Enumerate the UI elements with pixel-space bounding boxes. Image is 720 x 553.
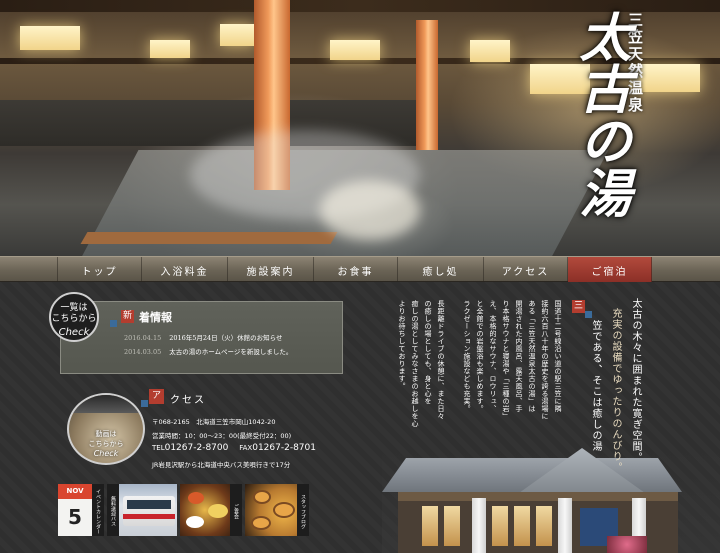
news-panel: 新 着情報 2016.04.15 2016年5月24日（火）休館のお知らせ 201… — [60, 301, 343, 374]
fax-label: FAX — [239, 444, 253, 452]
building-window — [422, 506, 438, 546]
building-post — [558, 498, 572, 553]
hero-image: 三笠天然温泉 太古の湯 — [0, 0, 720, 256]
video-line1: 動画は — [95, 430, 117, 438]
intro-mark-accent — [585, 311, 592, 318]
check-label: Check — [58, 327, 90, 338]
intro-para-line: 国道十二号線沿い道の駅三笠に隣 — [554, 300, 562, 413]
pool-ledge — [80, 232, 338, 244]
video-line2: こちらから — [88, 440, 124, 448]
nav-spacer — [0, 257, 58, 283]
news-date: 2016.04.15 — [124, 334, 162, 342]
access-transit: JR岩見沢駅から北海道中央バス美唄行きで17分 — [152, 461, 291, 469]
dish-image — [188, 492, 204, 504]
access-phone: TEL01267-2-8700 FAX01267-2-8701 — [152, 443, 316, 453]
intro-para-line: え、本格的なサウナ、ロウリュ、 — [489, 300, 497, 413]
news-mark-accent — [110, 320, 117, 327]
nav-facility[interactable]: 施設案内 — [228, 257, 314, 283]
tel-number[interactable]: 01267-2-8700 — [165, 443, 229, 453]
intro-para-line: 接約六百八十年の歴史を誇る湯場に — [541, 300, 549, 420]
steam — [320, 180, 420, 240]
nav-access[interactable]: アクセス — [484, 257, 568, 283]
news-item[interactable]: 2014.03.05 太古の湯のホームページを新設しました。 — [124, 346, 292, 356]
intro-para-line: 癒しの湯としてみなさまのお越しを心 — [411, 300, 419, 428]
intro-para-line: り本格サウナと寝湯や「三種の岩」 — [502, 300, 510, 420]
nav-price[interactable]: 入浴料金 — [142, 257, 228, 283]
wooden-pillar — [416, 20, 438, 150]
access-title: クセス — [170, 395, 206, 406]
video-check: Check — [93, 449, 119, 458]
staff-blog-banner[interactable]: スタッフブログ — [245, 484, 309, 536]
flower-bed — [607, 536, 647, 553]
calendar-day: 5 — [68, 505, 82, 529]
main-nav: トップ 入浴料金 施設案内 お食事 癒し処 アクセス ご宿泊 — [0, 256, 720, 283]
bus-window — [127, 500, 171, 509]
access-mark: ア — [149, 389, 164, 404]
intro-para-line: ある「三笠天然温泉太古の湯」は — [528, 300, 536, 413]
calendar-month: NOV — [58, 484, 92, 499]
dish-image — [208, 504, 228, 518]
news-text: 太古の湯のホームページを新設しました。 — [169, 348, 293, 356]
news-text: 2016年5月24日（火）休館のお知らせ — [169, 334, 283, 342]
intro-para-line: ラクゼーション施設なども充実。 — [463, 300, 471, 413]
news-title: 着情報 — [139, 311, 172, 324]
banquet-tab: ご宴会 — [230, 484, 242, 536]
building-window — [444, 506, 460, 546]
intro-para-line: 長距離ドライブの休憩に、また日々 — [437, 300, 445, 420]
access-mark-accent — [141, 400, 148, 407]
window-light — [220, 24, 254, 46]
building-window — [536, 506, 552, 546]
intro-para-line: の癒しの場としても、身と心を — [424, 300, 432, 405]
bath-image — [253, 490, 271, 504]
banner-row: イベントカレンダー NOV 5 無料送迎バス ご宴会 スタッフブログ — [58, 484, 378, 536]
intro-lead-3: 笠である、そこは癒しの湯 — [590, 320, 601, 452]
nav-meal[interactable]: お食事 — [314, 257, 398, 283]
intro-lead-2: 充実の設備でゆったりのんびり。 — [610, 308, 621, 473]
news-mark: 新 — [121, 310, 134, 323]
intro-para-line: よりお待ちしております。 — [398, 300, 406, 390]
intro-para-line: 開湯された内風呂、露天風呂、手 — [515, 300, 523, 413]
nav-stay[interactable]: ご宿泊 — [568, 257, 652, 283]
fax-number: 01267-2-8701 — [252, 443, 316, 453]
window-light — [20, 26, 80, 50]
event-calendar-banner[interactable]: イベントカレンダー NOV 5 — [58, 484, 104, 536]
nav-relax[interactable]: 癒し処 — [398, 257, 484, 283]
access-address: 〒068-2165 北海道三笠市岡山1042-20 — [152, 418, 276, 426]
news-date: 2014.03.05 — [124, 348, 162, 356]
access-hours: 営業時間：10：00〜23：00(最終受付22：00) — [152, 432, 292, 440]
window-light — [470, 40, 510, 62]
calendar-tab: イベントカレンダー — [92, 484, 104, 536]
video-label: 動画は こちらから Check — [69, 429, 143, 459]
window-light — [330, 40, 380, 60]
tel-label: TEL — [152, 444, 165, 452]
intro-para-line: と全館での岩盤浴も楽しめます。 — [476, 300, 484, 413]
bath-image — [273, 502, 295, 518]
shuttle-bus-banner[interactable]: 無料送迎バス — [107, 484, 177, 536]
building-window — [514, 506, 530, 546]
brand-logo: 太古の湯 — [570, 10, 631, 218]
bath-image — [251, 516, 271, 530]
window-light — [150, 40, 190, 58]
video-check-button[interactable]: 動画は こちらから Check — [67, 393, 145, 465]
intro-mark: 三 — [572, 300, 585, 313]
building-photo — [382, 448, 720, 553]
check-line1: 一覧は — [60, 303, 88, 313]
nav-top[interactable]: トップ — [58, 257, 142, 283]
blog-tab: スタッフブログ — [297, 484, 309, 536]
news-item[interactable]: 2016.04.15 2016年5月24日（火）休館のお知らせ — [124, 332, 283, 342]
bus-tab: 無料送迎バス — [107, 484, 119, 536]
photo-roof — [69, 395, 143, 413]
dish-image — [186, 516, 204, 528]
page: 三笠天然温泉 太古の湯 トップ 入浴料金 施設案内 お食事 癒し処 アクセス ご… — [0, 0, 720, 553]
check-line2: こちらから — [51, 314, 97, 324]
building-window — [492, 506, 508, 546]
intro-lead-1: 太古の木々に囲まれた寛ぎ空間。 — [630, 298, 641, 463]
building-post — [472, 498, 486, 553]
bus-stripe — [123, 514, 175, 519]
news-list-check-button[interactable]: 一覧は こちらから Check — [49, 292, 99, 342]
banquet-banner[interactable]: ご宴会 — [180, 484, 242, 536]
